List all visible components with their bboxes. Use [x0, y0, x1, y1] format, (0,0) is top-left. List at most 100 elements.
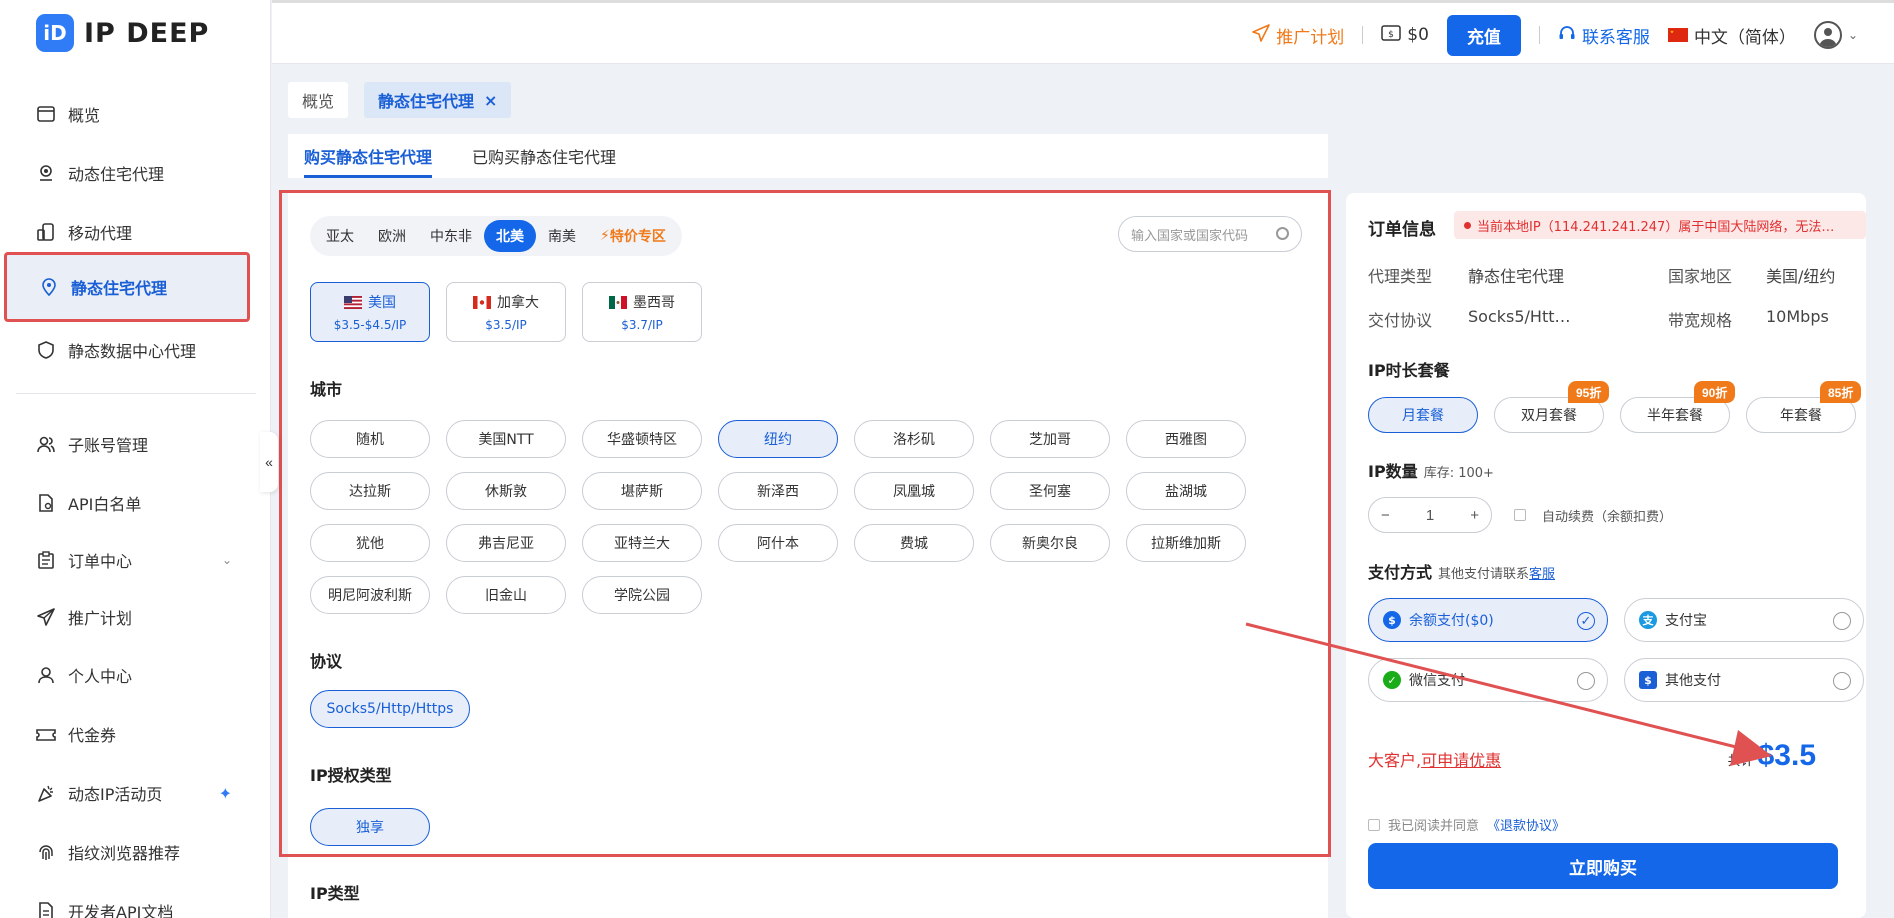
city-option[interactable]: 洛杉矶	[854, 420, 974, 458]
city-option[interactable]: 休斯敦	[446, 472, 566, 510]
radio-icon	[1833, 672, 1851, 690]
pay-balance[interactable]: $ 余额支付($0) ✓	[1368, 598, 1608, 642]
wechat-icon: ✓	[1383, 671, 1401, 689]
proxy-type-label: 代理类型	[1368, 267, 1433, 286]
mobile-phone-icon	[36, 222, 56, 242]
check-icon: ✓	[1577, 612, 1595, 630]
user-avatar-menu[interactable]: ⌄	[1813, 21, 1858, 49]
vip-link[interactable]: 可申请优惠	[1421, 751, 1501, 770]
region-europe[interactable]: 欧洲	[366, 220, 418, 252]
region-north-america[interactable]: 北美	[484, 220, 536, 252]
sub-tabs: 购买静态住宅代理 已购买静态住宅代理	[288, 134, 1328, 178]
sidebar-item-subaccount[interactable]: 子账号管理	[16, 415, 252, 473]
city-option[interactable]: 费城	[854, 524, 974, 562]
stock-count: 库存: 100+	[1423, 466, 1494, 481]
discount-badge: 95折	[1568, 381, 1610, 403]
pay-alipay[interactable]: 支 支付宝	[1624, 598, 1864, 642]
quantity-value[interactable]: 1	[1426, 507, 1434, 524]
tab-buy-static[interactable]: 购买静态住宅代理	[304, 134, 433, 178]
close-icon[interactable]: ×	[484, 91, 497, 110]
support-link[interactable]: 客服	[1529, 567, 1555, 582]
city-option[interactable]: 亚特兰大	[582, 524, 702, 562]
sidebar-item-overview[interactable]: 概览	[16, 85, 252, 143]
tab-static-proxy[interactable]: 静态住宅代理 ×	[364, 82, 512, 118]
sidebar-item-label: 概览	[68, 106, 101, 125]
order-panel: 订单信息 当前本地IP（114.241.241.247）属于中国大陆网络，无法……	[1346, 193, 1866, 918]
mexico-flag-icon	[609, 295, 627, 309]
auth-option-exclusive[interactable]: 独享	[310, 808, 430, 846]
recharge-button[interactable]: 充值	[1446, 14, 1521, 56]
city-option[interactable]: 堪萨斯	[582, 472, 702, 510]
pay-other[interactable]: $ 其他支付	[1624, 658, 1864, 702]
balance: $ $0	[1381, 24, 1429, 47]
plan-monthly[interactable]: 月套餐	[1368, 397, 1478, 433]
region-south-america[interactable]: 南美	[536, 220, 588, 252]
tab-label: 静态住宅代理	[378, 92, 475, 111]
country-us[interactable]: 美国 $3.5-$4.5/IP	[310, 282, 430, 342]
region-special-offer[interactable]: ⚡ 特价专区	[588, 220, 678, 252]
sidebar-item-devapi[interactable]: 开发者API文档	[16, 882, 252, 918]
country-search-input[interactable]: 输入国家或国家代码	[1118, 216, 1302, 252]
city-option[interactable]: 盐湖城	[1126, 472, 1246, 510]
sidebar: iD IP DEEP 概览 动态住宅代理 移动代理 静态住宅代理 静态数据中心代…	[0, 0, 271, 918]
party-popper-icon	[36, 783, 56, 803]
city-option[interactable]: 新奥尔良	[990, 524, 1110, 562]
sidebar-item-whitelist[interactable]: API白名单	[16, 474, 252, 532]
location-pin-icon	[36, 163, 56, 183]
tab-overview[interactable]: 概览	[288, 82, 349, 118]
promo-link[interactable]: 推广计划	[1252, 23, 1344, 48]
city-option[interactable]: 华盛顿特区	[582, 420, 702, 458]
radio-icon	[1577, 672, 1595, 690]
city-option[interactable]: 纽约	[718, 420, 838, 458]
buy-now-button[interactable]: 立即购买	[1368, 843, 1838, 889]
city-option[interactable]: 阿什本	[718, 524, 838, 562]
city-option[interactable]: 美国NTT	[446, 420, 566, 458]
search-placeholder: 输入国家或国家代码	[1131, 228, 1249, 244]
sidebar-item-affiliate[interactable]: 推广计划	[16, 588, 252, 646]
city-option[interactable]: 圣何塞	[990, 472, 1110, 510]
protocol-option[interactable]: Socks5/Http/Https	[310, 690, 470, 728]
sidebar-item-dynamic[interactable]: 动态住宅代理	[16, 144, 252, 202]
agree-checkbox[interactable]	[1368, 818, 1380, 831]
support-link[interactable]: 联系客服	[1558, 23, 1650, 48]
city-option[interactable]: 学院公园	[582, 576, 702, 614]
sidebar-item-orders[interactable]: 订单中心 ⌄	[16, 531, 252, 589]
region-apac[interactable]: 亚太	[314, 220, 366, 252]
country-mexico[interactable]: 墨西哥 $3.7/IP	[582, 282, 702, 342]
city-option[interactable]: 明尼阿波利斯	[310, 576, 430, 614]
language-selector[interactable]: 中文（简体）	[1667, 23, 1796, 48]
collapse-sidebar-button[interactable]: «	[260, 432, 278, 492]
pay-wechat[interactable]: ✓ 微信支付	[1368, 658, 1608, 702]
city-option[interactable]: 犹他	[310, 524, 430, 562]
city-option[interactable]: 随机	[310, 420, 430, 458]
document-gear-icon	[36, 493, 56, 513]
sidebar-item-datacenter[interactable]: 静态数据中心代理	[16, 321, 252, 379]
city-option[interactable]: 西雅图	[1126, 420, 1246, 458]
country-canada[interactable]: 加拿大 $3.5/IP	[446, 282, 566, 342]
decrement-button[interactable]: −	[1381, 507, 1390, 524]
sidebar-item-browser[interactable]: 指纹浏览器推荐	[16, 823, 252, 881]
city-option[interactable]: 弗吉尼亚	[446, 524, 566, 562]
city-option[interactable]: 达拉斯	[310, 472, 430, 510]
radio-icon	[1833, 612, 1851, 630]
china-flag-icon	[1667, 28, 1688, 42]
city-option[interactable]: 旧金山	[446, 576, 566, 614]
city-option[interactable]: 凤凰城	[854, 472, 974, 510]
sidebar-item-profile[interactable]: 个人中心	[16, 646, 252, 704]
sidebar-item-voucher[interactable]: 代金券	[16, 705, 252, 763]
city-option[interactable]: 拉斯维加斯	[1126, 524, 1246, 562]
increment-button[interactable]: +	[1470, 507, 1479, 524]
region-mea[interactable]: 中东非	[418, 220, 484, 252]
bandwidth-label: 带宽规格	[1668, 311, 1733, 330]
users-icon	[36, 434, 56, 454]
dollar-icon: $	[1383, 611, 1401, 629]
tab-bought-static[interactable]: 已购买静态住宅代理	[472, 134, 616, 178]
city-option[interactable]: 芝加哥	[990, 420, 1110, 458]
sidebar-item-activity[interactable]: 动态IP活动页 ✦	[16, 764, 252, 822]
brand-logo[interactable]: iD IP DEEP	[36, 14, 209, 52]
auto-renew-checkbox[interactable]	[1514, 509, 1526, 521]
city-option[interactable]: 新泽西	[718, 472, 838, 510]
refund-policy-link[interactable]: 《退款协议》	[1487, 815, 1565, 834]
vip-text: 大客户,	[1368, 751, 1422, 770]
sidebar-item-static[interactable]: 静态住宅代理	[4, 252, 250, 322]
